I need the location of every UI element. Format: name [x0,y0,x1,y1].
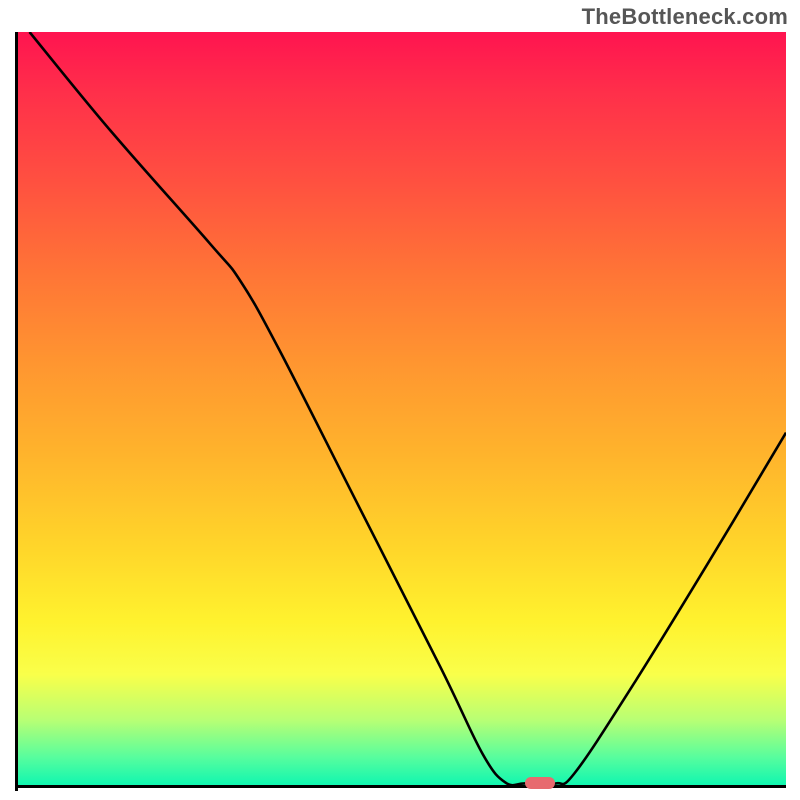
plot-area [18,32,786,788]
optimum-marker [525,777,555,789]
chart-wrap: TheBottleneck.com [0,0,800,800]
x-axis [18,785,786,788]
y-axis [15,32,18,791]
bottleneck-curve [18,32,786,788]
watermark-text: TheBottleneck.com [582,4,788,30]
curve-path [30,32,786,785]
